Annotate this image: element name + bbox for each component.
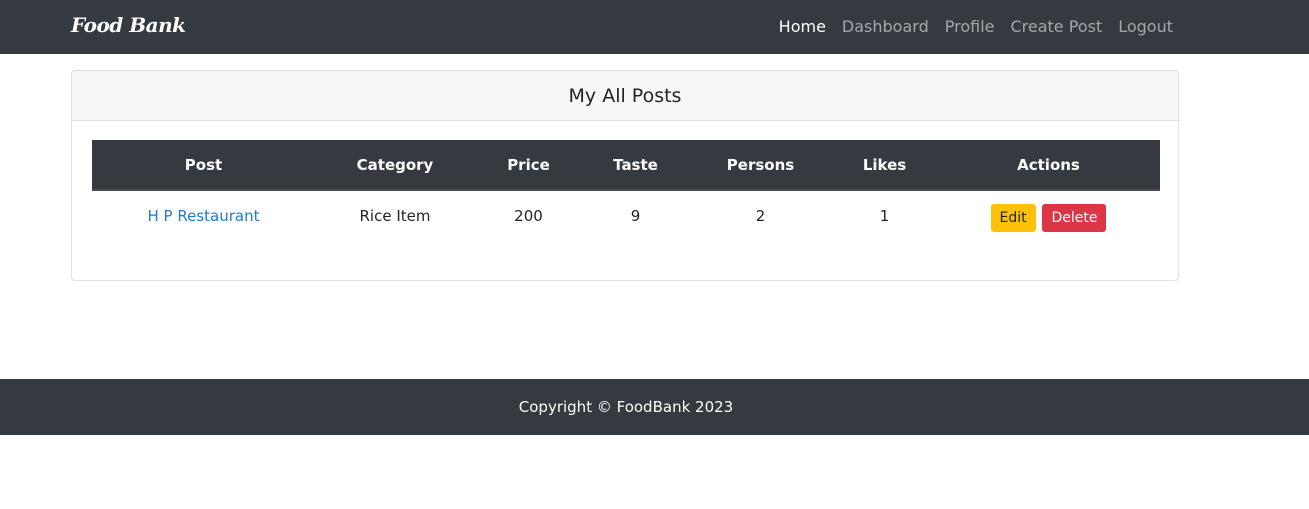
delete-button[interactable]: Delete <box>1042 204 1107 232</box>
header-persons: Persons <box>689 140 832 191</box>
header-category: Category <box>315 140 475 191</box>
cell-taste: 9 <box>630 207 641 225</box>
cell-post: H P Restaurant <box>92 190 315 242</box>
top-navbar: Food Bank Home Dashboard Profile Create … <box>0 0 1309 54</box>
footer: Copyright © FoodBank 2023 <box>0 379 1309 435</box>
cell-category: Rice Item <box>359 207 431 225</box>
edit-button[interactable]: Edit <box>990 204 1036 232</box>
card-title: My All Posts <box>72 71 1178 121</box>
cell-price: 200 <box>514 207 543 225</box>
cell-likes: 1 <box>879 207 890 225</box>
table-row: H P Restaurant Rice Item 200 9 2 1 Edit … <box>92 190 1160 242</box>
nav-link-dashboard[interactable]: Dashboard <box>842 17 929 36</box>
table-header-row: Post Category Price Taste Persons Likes … <box>92 140 1160 191</box>
header-taste: Taste <box>582 140 689 191</box>
cell-persons: 2 <box>755 207 766 225</box>
copyright-text: Copyright © FoodBank 2023 <box>518 398 734 416</box>
posts-card: My All Posts Post Category Price Taste P… <box>71 70 1179 281</box>
nav-links: Home Dashboard Profile Create Post Logou… <box>779 17 1173 36</box>
brand-logo[interactable]: Food Bank <box>71 13 186 37</box>
header-actions: Actions <box>937 140 1160 191</box>
post-link[interactable]: H P Restaurant <box>148 207 260 225</box>
nav-link-logout[interactable]: Logout <box>1118 17 1173 36</box>
header-post: Post <box>92 140 315 191</box>
nav-link-profile[interactable]: Profile <box>945 17 995 36</box>
nav-link-create-post[interactable]: Create Post <box>1010 17 1102 36</box>
header-likes: Likes <box>832 140 937 191</box>
nav-link-home[interactable]: Home <box>779 17 826 36</box>
header-price: Price <box>475 140 582 191</box>
cell-actions: Edit Delete <box>937 190 1160 242</box>
posts-table: Post Category Price Taste Persons Likes … <box>92 140 1160 242</box>
